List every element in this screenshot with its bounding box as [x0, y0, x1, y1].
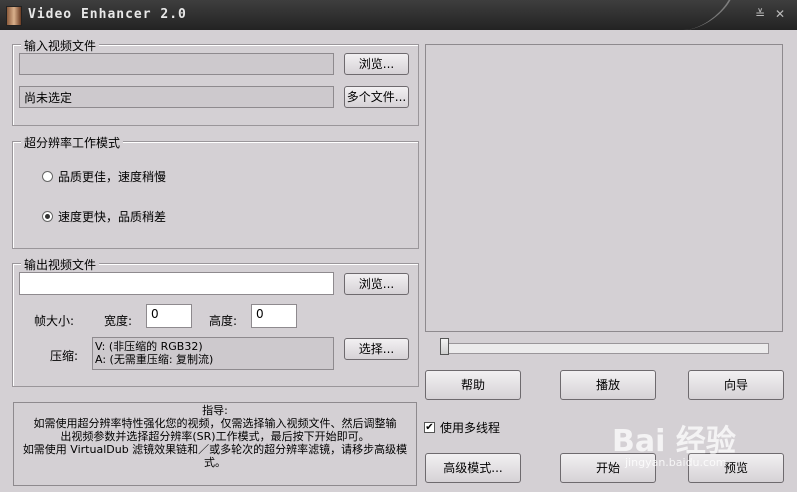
compression-video: V: (非压缩的 RGB32) [95, 340, 203, 353]
multithread-label: 使用多线程 [440, 421, 501, 435]
seek-slider-thumb[interactable] [440, 338, 449, 355]
guide-panel: 指导: 如需使用超分辨率特性强化您的视频，仅需选择输入视频文件、然后调整输 出视… [13, 402, 417, 486]
sr-mode-legend: 超分辨率工作模式 [21, 134, 124, 151]
seek-slider-track[interactable] [440, 343, 769, 354]
output-path-field[interactable] [19, 272, 334, 295]
output-group-legend: 输出视频文件 [21, 256, 100, 273]
input-browse-button[interactable]: 浏览... [344, 53, 409, 75]
compress-label: 压缩: [50, 349, 79, 363]
radio-icon [42, 171, 53, 182]
input-group-legend: 输入视频文件 [21, 37, 100, 54]
compression-select-button[interactable]: 选择... [344, 338, 409, 360]
guide-line-2: 出视频参数并选择超分辨率(SR)工作模式，最后按下开始即可。 [60, 430, 370, 443]
input-status-field: 尚未选定 [19, 86, 334, 108]
help-button[interactable]: 帮助 [425, 370, 521, 400]
input-path-field[interactable] [19, 53, 334, 75]
watermark-logo: Bai 经验 [612, 424, 736, 459]
mode-option-speed[interactable]: 速度更快，品质稍差 [42, 208, 166, 225]
advanced-mode-button[interactable]: 高级模式... [425, 453, 521, 483]
height-label: 高度: [209, 314, 238, 328]
titlebar-decoration [671, 0, 731, 30]
guide-line-1: 如需使用超分辨率特性强化您的视频，仅需选择输入视频文件、然后调整输 [33, 417, 397, 430]
app-icon [6, 6, 22, 26]
multiple-files-button[interactable]: 多个文件... [344, 86, 409, 108]
height-input[interactable]: 0 [251, 304, 297, 328]
wizard-button[interactable]: 向导 [688, 370, 784, 400]
title-bar[interactable]: Video Enhancer 2.0 ≚ ✕ [0, 0, 797, 30]
guide-line-4: 式。 [204, 456, 226, 469]
guide-title: 指导: [202, 404, 228, 417]
play-button[interactable]: 播放 [560, 370, 656, 400]
mode-option-speed-label: 速度更快，品质稍差 [58, 210, 167, 224]
radio-selected-icon [42, 211, 53, 222]
main-window: Video Enhancer 2.0 ≚ ✕ 输入视频文件 浏览... 尚未选定… [0, 0, 797, 492]
watermark-url: jingyan.baidu.com [625, 456, 727, 469]
video-preview-area [425, 44, 783, 332]
compression-info: V: (非压缩的 RGB32) A: (无需重压缩: 复制流) [92, 337, 334, 370]
mode-option-quality-label: 品质更佳，速度稍慢 [58, 170, 167, 184]
guide-line-3: 如需使用 VirtualDub 滤镜效果链和／或多轮次的超分辨率滤镜，请移步高级… [22, 443, 408, 456]
output-browse-button[interactable]: 浏览... [344, 273, 409, 295]
mode-option-quality[interactable]: 品质更佳，速度稍慢 [42, 168, 166, 185]
window-title: Video Enhancer 2.0 [28, 7, 187, 22]
multithread-checkbox[interactable]: ✔ 使用多线程 [424, 419, 500, 436]
width-input[interactable]: 0 [146, 304, 192, 328]
width-label: 宽度: [104, 314, 133, 328]
check-icon: ✔ [424, 422, 435, 433]
frame-size-label: 帧大小: [34, 314, 75, 328]
close-icon[interactable]: ✕ [772, 6, 788, 22]
compression-audio: A: (无需重压缩: 复制流) [95, 353, 214, 366]
sr-mode-group: 超分辨率工作模式 [12, 134, 419, 249]
minimize-icon[interactable]: ≚ [752, 6, 768, 22]
